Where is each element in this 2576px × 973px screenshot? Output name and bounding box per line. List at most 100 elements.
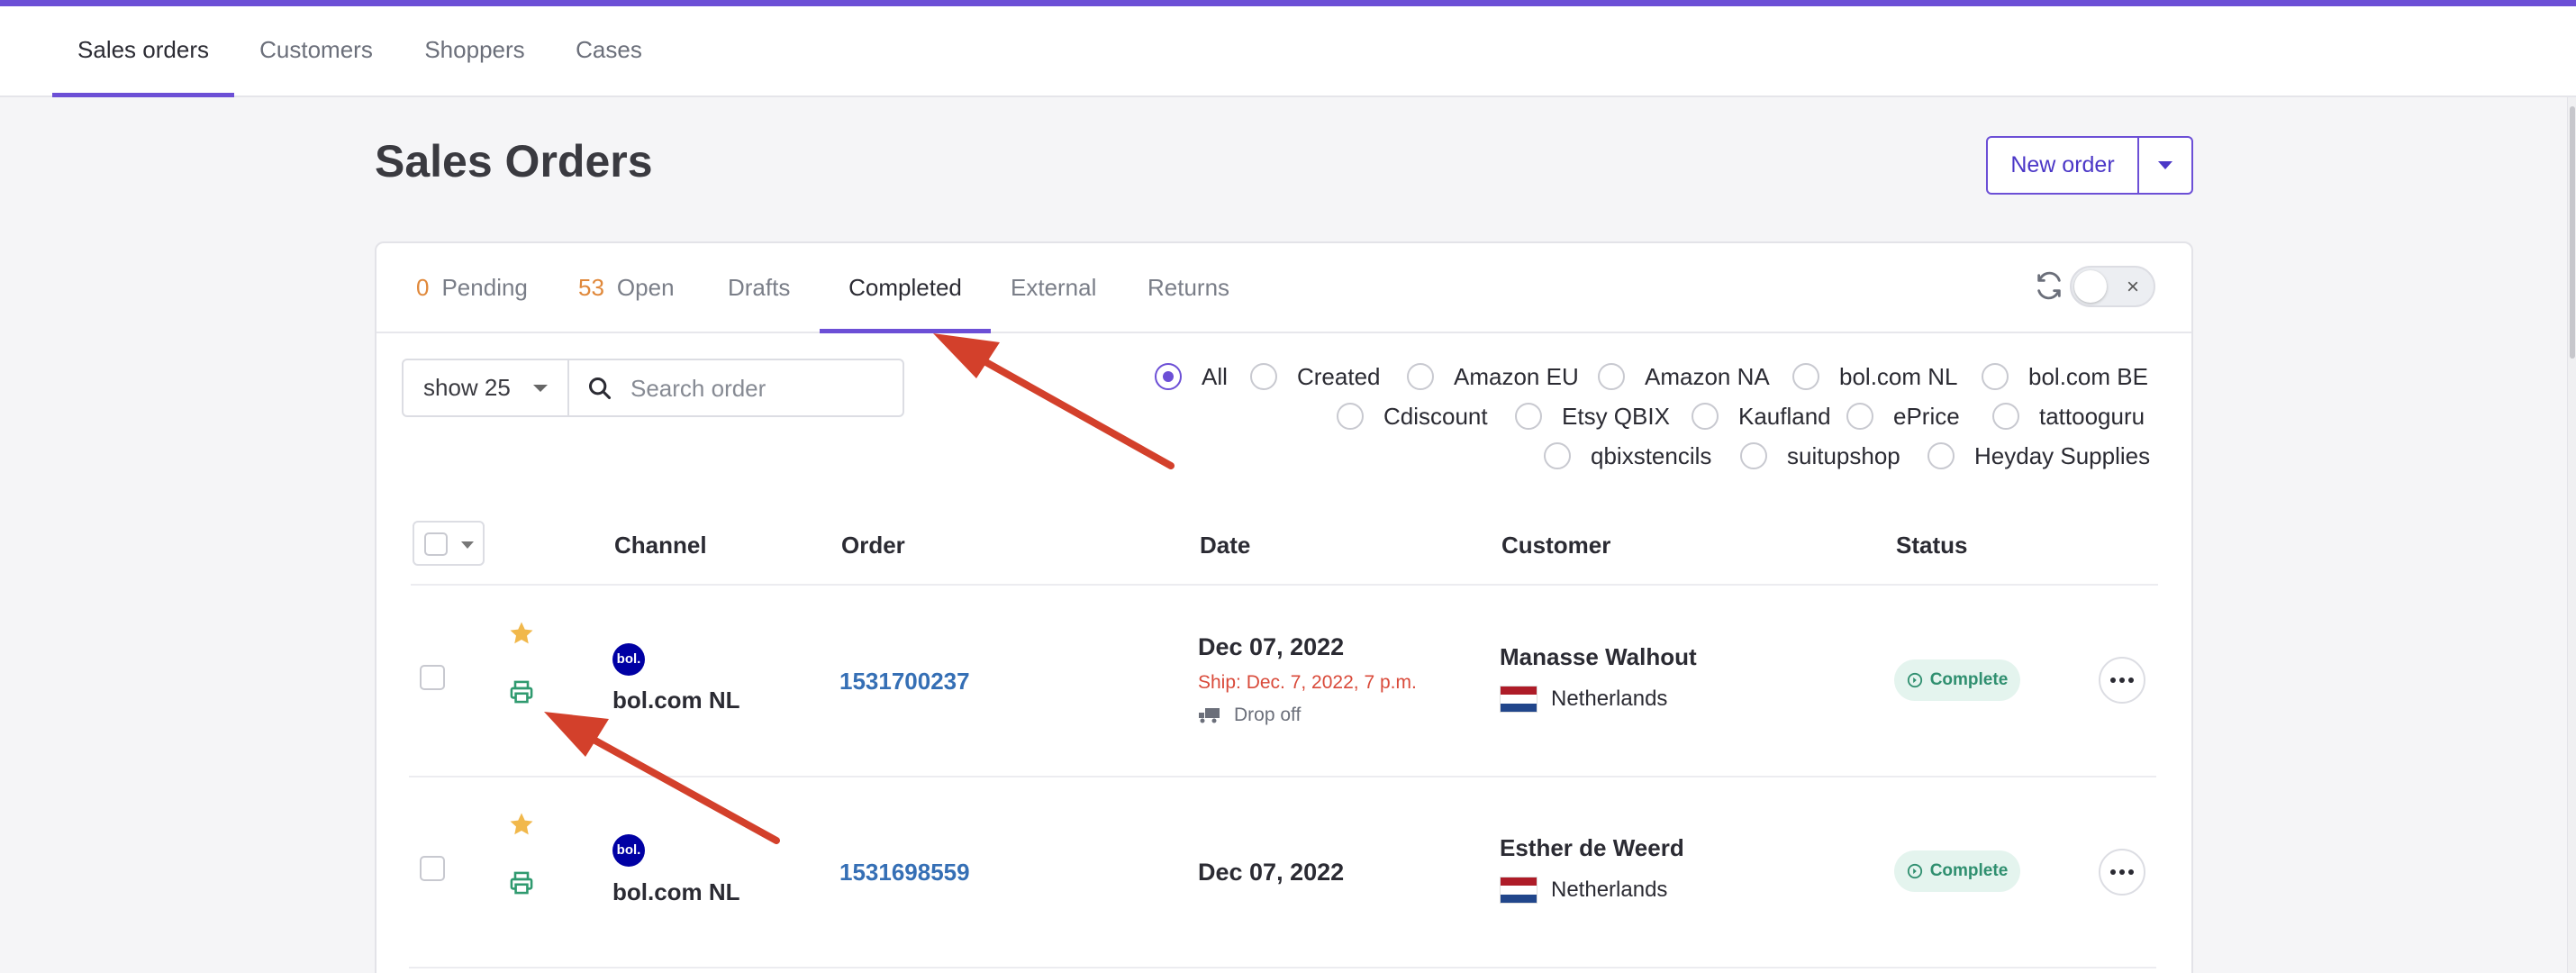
scrollbar-thumb[interactable] bbox=[2570, 106, 2575, 359]
filter-radio-amazon-eu[interactable]: Amazon EU bbox=[1407, 359, 1579, 395]
tab-open[interactable]: 53 Open bbox=[578, 243, 675, 332]
ellipsis-icon bbox=[2119, 677, 2125, 683]
customer-country: Netherlands bbox=[1551, 687, 1668, 711]
new-order-dropdown-button[interactable] bbox=[2139, 138, 2191, 193]
new-order-button[interactable]: New order bbox=[1988, 138, 2139, 193]
channel-name: bol.com NL bbox=[612, 878, 740, 905]
radio-dot bbox=[1598, 363, 1625, 390]
radio-dot bbox=[1515, 403, 1542, 430]
nav-tab-customers[interactable]: Customers bbox=[243, 6, 389, 95]
order-date: Dec 07, 2022 bbox=[1198, 633, 1345, 660]
filter-radio-eprice[interactable]: ePrice bbox=[1846, 398, 1960, 434]
radio-dot bbox=[1982, 363, 2009, 390]
row-checkbox[interactable] bbox=[420, 665, 445, 690]
customer-name[interactable]: Esther de Weerd bbox=[1500, 834, 1684, 862]
filter-label: Cdiscount bbox=[1383, 402, 1488, 430]
tab-label: Open bbox=[616, 274, 675, 301]
shipping-method-label: Drop off bbox=[1234, 705, 1302, 725]
search-input[interactable] bbox=[630, 368, 892, 409]
filter-label: ePrice bbox=[1893, 402, 1960, 430]
filter-label: suitupshop bbox=[1787, 441, 1900, 469]
tab-drafts[interactable]: Drafts bbox=[728, 243, 790, 332]
radio-dot bbox=[1992, 403, 2019, 430]
refresh-icon[interactable] bbox=[2034, 270, 2064, 301]
column-header-status[interactable]: Status bbox=[1896, 532, 1967, 559]
row-actions-button[interactable] bbox=[2099, 657, 2145, 704]
bolcom-logo: bol. bbox=[612, 643, 645, 676]
filter-radio-bolcom-be[interactable]: bol.com BE bbox=[1982, 359, 2148, 395]
ship-date: Ship: Dec. 7, 2022, 7 p.m. bbox=[1198, 672, 1417, 693]
tab-external[interactable]: External bbox=[1011, 243, 1096, 332]
tab-pending[interactable]: 0 Pending bbox=[416, 243, 528, 332]
page-scrollbar[interactable] bbox=[2567, 97, 2576, 973]
check-circle-icon bbox=[1907, 672, 1922, 688]
bolcom-logo: bol. bbox=[612, 834, 645, 867]
filter-radio-heyday-supplies[interactable]: Heyday Supplies bbox=[1927, 438, 2150, 474]
toggle-off-icon: × bbox=[2126, 275, 2139, 299]
new-order-button-group: New order bbox=[1986, 136, 2193, 195]
row-divider bbox=[409, 776, 2156, 777]
radio-dot bbox=[1155, 363, 1182, 390]
column-header-order[interactable]: Order bbox=[841, 532, 905, 559]
filter-label: Etsy QBIX bbox=[1562, 402, 1670, 430]
filter-label: Created bbox=[1297, 362, 1381, 390]
filter-radio-created[interactable]: Created bbox=[1250, 359, 1381, 395]
printer-icon[interactable] bbox=[509, 679, 534, 705]
radio-dot bbox=[1692, 403, 1719, 430]
radio-dot bbox=[1846, 403, 1873, 430]
search-box bbox=[567, 359, 904, 417]
filter-label: Amazon EU bbox=[1454, 362, 1579, 390]
radio-dot bbox=[1544, 442, 1571, 469]
filter-radio-qbixstencils[interactable]: qbixstencils bbox=[1544, 438, 1711, 474]
radio-dot bbox=[1250, 363, 1277, 390]
nav-tab-cases[interactable]: Cases bbox=[560, 6, 658, 95]
ellipsis-icon bbox=[2119, 869, 2125, 875]
nav-tab-sales-orders[interactable]: Sales orders bbox=[52, 6, 234, 97]
tab-returns[interactable]: Returns bbox=[1147, 243, 1229, 332]
star-icon[interactable] bbox=[508, 811, 535, 838]
status-label: Complete bbox=[1929, 670, 2009, 689]
select-all-checkbox[interactable] bbox=[424, 532, 448, 556]
order-number-link[interactable]: 1531700237 bbox=[839, 668, 970, 696]
ellipsis-icon bbox=[2128, 869, 2134, 875]
nav-tab-shoppers[interactable]: Shoppers bbox=[413, 6, 537, 95]
channel-name: bol.com NL bbox=[612, 687, 740, 714]
order-number-link[interactable]: 1531698559 bbox=[839, 859, 970, 887]
shipping-method: Drop off bbox=[1198, 705, 1301, 726]
customer-name[interactable]: Manasse Walhout bbox=[1500, 643, 1697, 671]
row-divider bbox=[409, 967, 2156, 968]
column-header-channel[interactable]: Channel bbox=[614, 532, 707, 559]
tab-label: Pending bbox=[441, 274, 528, 301]
printer-icon[interactable] bbox=[509, 870, 534, 896]
select-all-dropdown[interactable] bbox=[413, 521, 485, 566]
column-header-date[interactable]: Date bbox=[1200, 532, 1250, 559]
star-icon[interactable] bbox=[508, 620, 535, 647]
filter-radio-tattooguru[interactable]: tattooguru bbox=[1992, 398, 2145, 434]
row-actions-button[interactable] bbox=[2099, 849, 2145, 896]
filter-radio-kaufland[interactable]: Kaufland bbox=[1692, 398, 1831, 434]
customer-country: Netherlands bbox=[1551, 878, 1668, 902]
filter-label: bol.com NL bbox=[1839, 362, 1958, 390]
ellipsis-icon bbox=[2128, 677, 2134, 683]
search-icon bbox=[588, 377, 612, 400]
ellipsis-icon bbox=[2110, 869, 2116, 875]
tab-completed[interactable]: Completed bbox=[820, 243, 991, 333]
radio-dot bbox=[1927, 442, 1955, 469]
filter-radio-all[interactable]: All bbox=[1155, 359, 1228, 395]
filter-radio-etsy-qbix[interactable]: Etsy QBIX bbox=[1515, 398, 1670, 434]
filter-radio-bolcom-nl[interactable]: bol.com NL bbox=[1792, 359, 1958, 395]
filter-label: tattooguru bbox=[2039, 402, 2145, 430]
filter-radio-amazon-na[interactable]: Amazon NA bbox=[1598, 359, 1770, 395]
filter-label: qbixstencils bbox=[1591, 441, 1712, 469]
radio-dot bbox=[1407, 363, 1434, 390]
column-header-customer[interactable]: Customer bbox=[1501, 532, 1610, 559]
status-label: Complete bbox=[1929, 861, 2009, 880]
show-count-select[interactable]: show 25 bbox=[402, 359, 569, 417]
filter-label: bol.com BE bbox=[2028, 362, 2148, 390]
filter-radio-suitupshop[interactable]: suitupshop bbox=[1740, 438, 1900, 474]
auto-refresh-toggle[interactable]: × bbox=[2070, 266, 2155, 307]
row-divider bbox=[411, 584, 2158, 586]
row-checkbox[interactable] bbox=[420, 856, 445, 881]
filter-radio-cdiscount[interactable]: Cdiscount bbox=[1337, 398, 1488, 434]
caret-down-icon bbox=[461, 541, 474, 549]
